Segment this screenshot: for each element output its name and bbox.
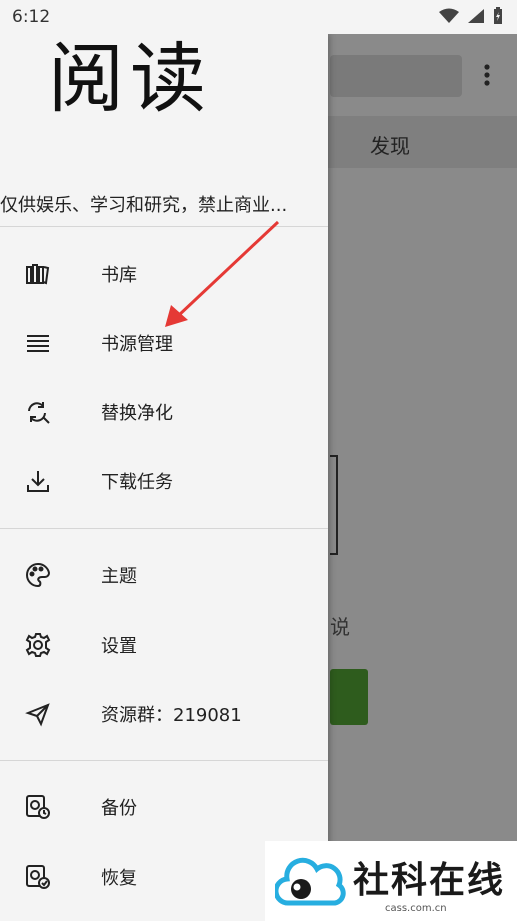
watermark: 社科在线 cass.com.cn bbox=[265, 841, 517, 921]
nav-item-label: 主题 bbox=[101, 566, 137, 587]
signal-icon bbox=[468, 9, 484, 23]
background-text: 说 bbox=[330, 615, 350, 639]
nav-item-bookshelf[interactable]: 书库 bbox=[0, 243, 328, 305]
app-logo: 阅读 bbox=[48, 34, 212, 123]
watermark-url: cass.com.cn bbox=[385, 903, 447, 914]
nav-item-book-source[interactable]: 书源管理 bbox=[0, 312, 328, 374]
tab-discover: 发现 bbox=[370, 134, 410, 158]
nav-item-replace[interactable]: 替换净化 bbox=[0, 381, 328, 443]
divider bbox=[0, 528, 328, 529]
background-book-frame bbox=[330, 455, 338, 555]
app-tagline: 仅供娱乐、学习和研究，禁止商业... bbox=[0, 195, 288, 216]
bookshelf-icon bbox=[25, 261, 51, 287]
battery-icon bbox=[494, 7, 502, 24]
send-icon bbox=[25, 701, 51, 727]
nav-item-label: 资源群：219081 bbox=[101, 705, 242, 726]
nav-item-label: 替换净化 bbox=[101, 403, 173, 424]
nav-item-backup[interactable]: 备份 bbox=[0, 776, 328, 838]
nav-item-label: 书库 bbox=[101, 265, 137, 286]
watermark-text: 社科在线 bbox=[353, 860, 506, 901]
nav-item-label: 备份 bbox=[101, 798, 137, 819]
overflow-menu-icon bbox=[484, 64, 490, 86]
palette-icon bbox=[25, 562, 51, 588]
nav-item-label: 设置 bbox=[101, 636, 137, 657]
status-icons bbox=[439, 7, 503, 25]
status-time: 6:12 bbox=[12, 7, 51, 27]
navigation-drawer: 阅读 仅供娱乐、学习和研究，禁止商业... 书库 书源管理 替换净化 下载任务 … bbox=[0, 34, 328, 921]
wifi-icon bbox=[439, 8, 459, 23]
nav-item-settings[interactable]: 设置 bbox=[0, 614, 328, 676]
nav-item-download[interactable]: 下载任务 bbox=[0, 450, 328, 512]
background-search-bar bbox=[330, 55, 462, 97]
background-tab-bar bbox=[328, 116, 517, 168]
cloud-logo-icon bbox=[275, 857, 346, 906]
status-bar: 6:12 bbox=[0, 0, 517, 34]
list-icon bbox=[25, 330, 51, 356]
divider bbox=[0, 226, 328, 227]
replace-icon bbox=[25, 399, 51, 425]
divider bbox=[0, 760, 328, 761]
nav-item-theme[interactable]: 主题 bbox=[0, 544, 328, 606]
background-button bbox=[330, 669, 368, 725]
nav-item-resource-group[interactable]: 资源群：219081 bbox=[0, 683, 328, 745]
restore-icon bbox=[25, 864, 51, 890]
download-icon bbox=[25, 468, 51, 494]
gear-icon bbox=[25, 632, 51, 658]
backup-icon bbox=[25, 794, 51, 820]
nav-item-label: 恢复 bbox=[101, 868, 137, 889]
nav-item-label: 下载任务 bbox=[101, 472, 173, 493]
nav-item-label: 书源管理 bbox=[101, 334, 173, 355]
